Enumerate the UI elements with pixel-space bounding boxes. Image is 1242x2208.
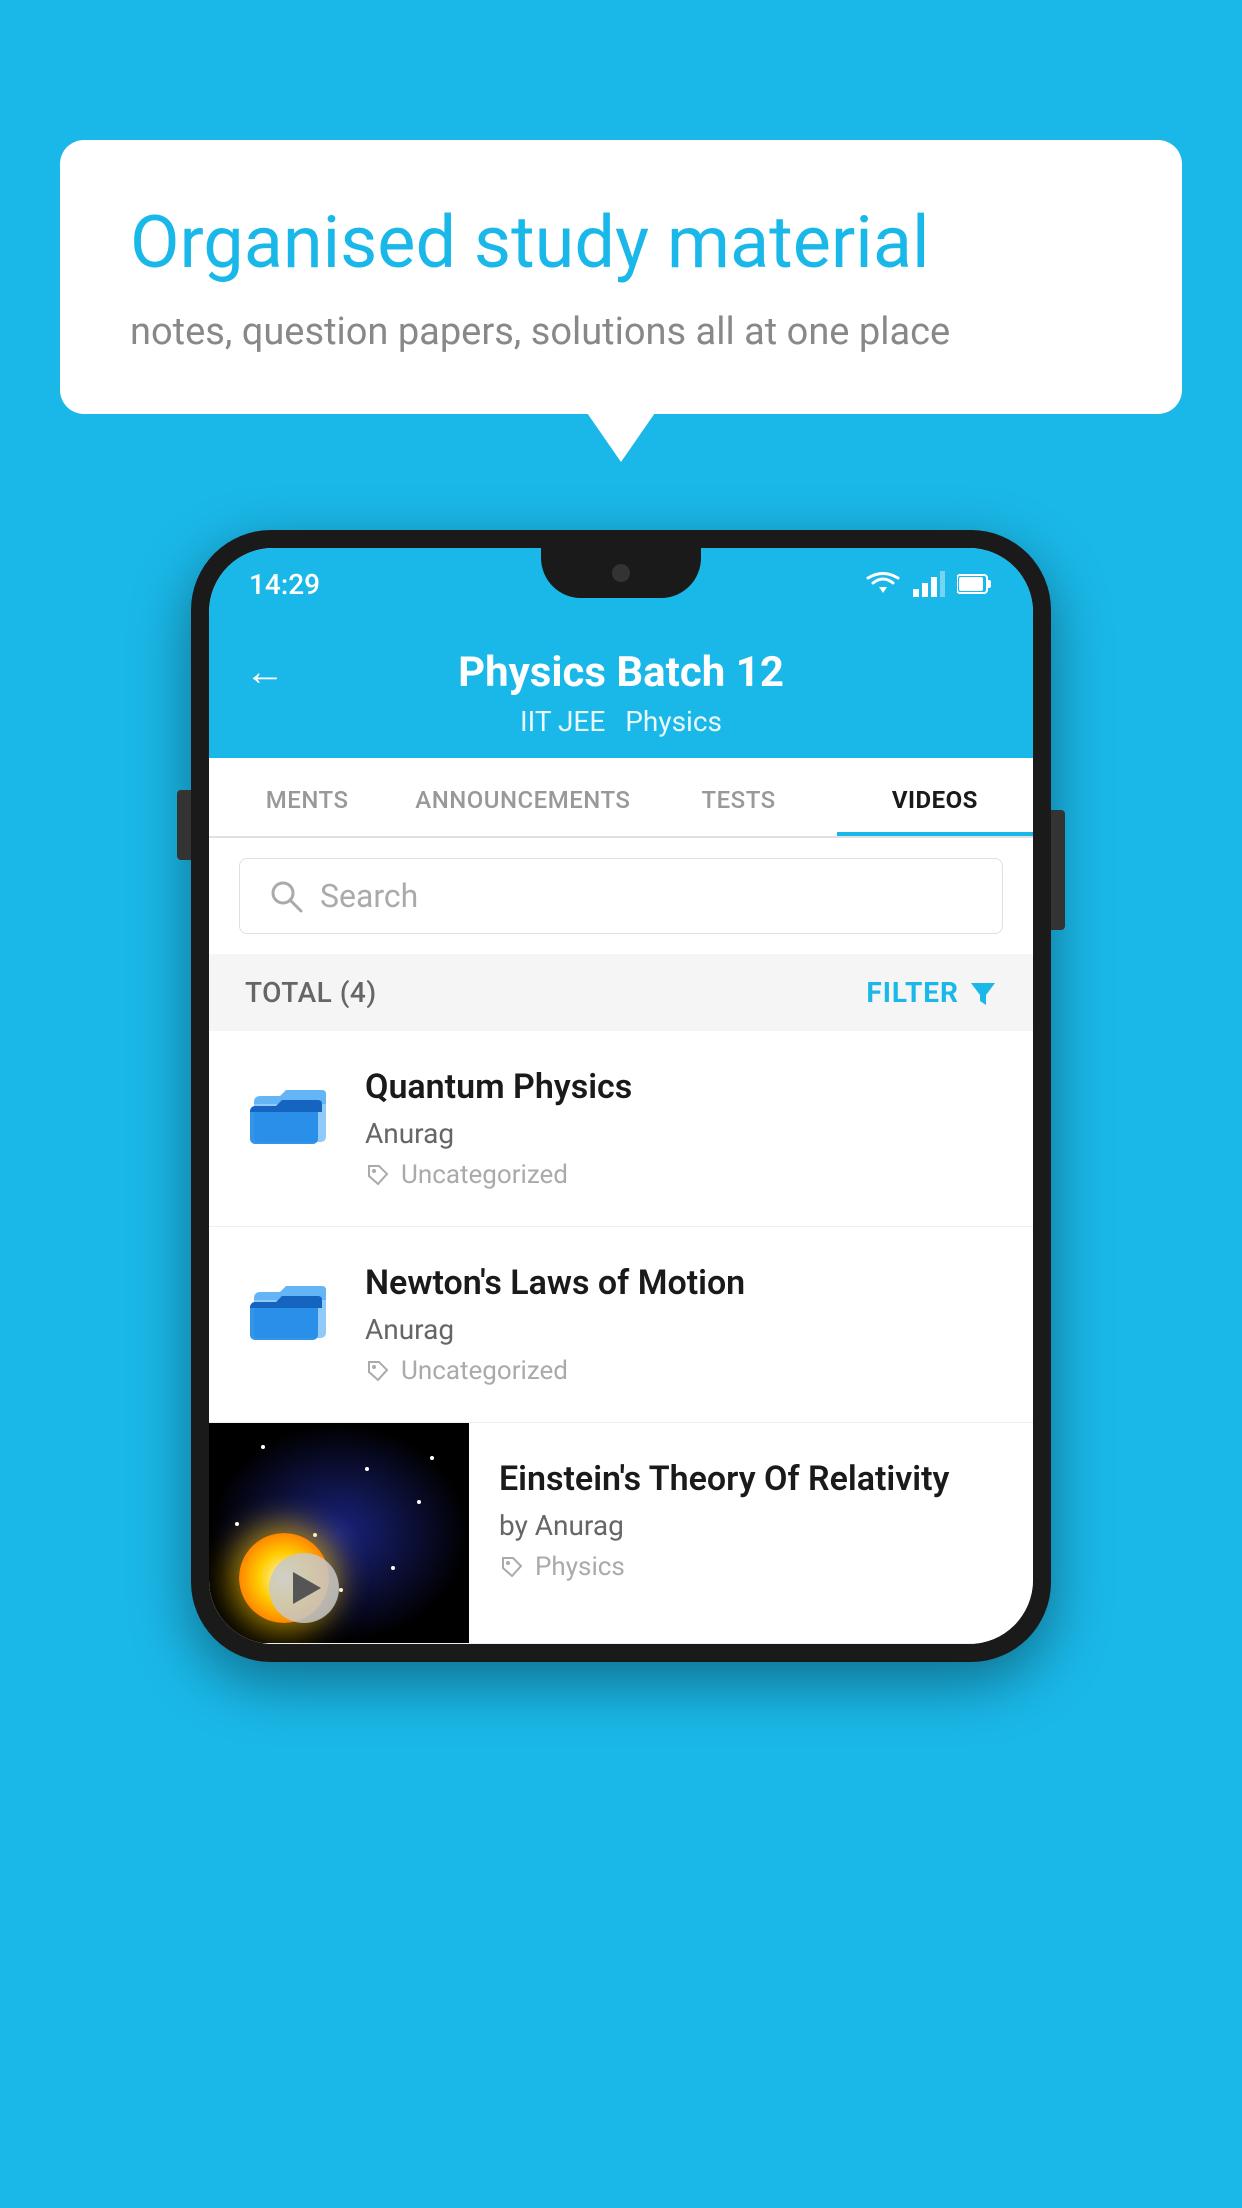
video-tag-1: Uncategorized: [365, 1160, 997, 1190]
tag-label-1: Uncategorized: [401, 1160, 568, 1190]
list-item[interactable]: Newton's Laws of Motion Anurag Uncategor…: [209, 1227, 1033, 1423]
camera-dot: [612, 564, 630, 582]
video-title-3: Einstein's Theory Of Relativity: [499, 1459, 1003, 1499]
battery-icon: [957, 573, 993, 595]
video-list: Quantum Physics Anurag Uncategorized: [209, 1031, 1033, 1644]
list-item[interactable]: Quantum Physics Anurag Uncategorized: [209, 1031, 1033, 1227]
video-info-3: Einstein's Theory Of Relativity by Anura…: [469, 1423, 1033, 1618]
video-tag-3: Physics: [499, 1552, 1003, 1582]
video-title-2: Newton's Laws of Motion: [365, 1263, 997, 1303]
search-icon: [268, 878, 304, 914]
tab-announcements[interactable]: ANNOUNCEMENTS: [405, 758, 640, 836]
filter-funnel-icon: [969, 979, 997, 1007]
tag-icon-1: [365, 1162, 391, 1188]
speech-bubble: Organised study material notes, question…: [60, 140, 1182, 414]
video-tag-2: Uncategorized: [365, 1356, 997, 1386]
phone-outer-shell: 14:29: [191, 530, 1051, 1662]
filter-button[interactable]: FILTER: [866, 976, 997, 1009]
search-box[interactable]: Search: [239, 858, 1003, 934]
phone-screen: 14:29: [209, 548, 1033, 1644]
back-button[interactable]: ←: [245, 648, 285, 695]
batch-title: Physics Batch 12: [458, 648, 784, 697]
bubble-subtitle: notes, question papers, solutions all at…: [130, 310, 1112, 354]
search-container: Search: [209, 838, 1033, 954]
speech-bubble-section: Organised study material notes, question…: [60, 140, 1182, 414]
signal-icon: [913, 571, 945, 597]
video-info-1: Quantum Physics Anurag Uncategorized: [365, 1067, 997, 1190]
batch-subtitle: IIT JEE Physics: [520, 705, 722, 738]
bubble-title: Organised study material: [130, 200, 1112, 286]
play-icon: [293, 1572, 321, 1604]
folder-icon-1: [245, 1067, 335, 1157]
video-thumbnail: [209, 1423, 469, 1643]
phone-mockup: 14:29: [191, 530, 1051, 1662]
status-time: 14:29: [249, 568, 320, 601]
status-bar: 14:29: [209, 548, 1033, 620]
search-placeholder: Search: [320, 877, 418, 915]
filter-label: FILTER: [866, 976, 959, 1009]
total-count: TOTAL (4): [245, 976, 377, 1009]
tab-videos[interactable]: VIDEOS: [837, 758, 1033, 836]
video-author-3: by Anurag: [499, 1509, 1003, 1542]
app-header: ← Physics Batch 12 IIT JEE Physics: [209, 620, 1033, 758]
tag-label-3: Physics: [535, 1552, 625, 1582]
batch-tag-iit: IIT JEE: [520, 705, 605, 738]
tab-tests[interactable]: TESTS: [640, 758, 836, 836]
tabs-bar: MENTS ANNOUNCEMENTS TESTS VIDEOS: [209, 758, 1033, 838]
batch-tag-physics: Physics: [625, 705, 722, 738]
video-title-1: Quantum Physics: [365, 1067, 997, 1107]
status-icons: [865, 571, 993, 597]
filter-bar: TOTAL (4) FILTER: [209, 954, 1033, 1031]
folder-icon-2: [245, 1263, 335, 1353]
stars-decoration: [209, 1423, 469, 1643]
tag-icon-2: [365, 1358, 391, 1384]
video-info-2: Newton's Laws of Motion Anurag Uncategor…: [365, 1263, 997, 1386]
tag-icon-3: [499, 1554, 525, 1580]
thumb-background: [209, 1423, 469, 1643]
wifi-icon: [865, 571, 901, 597]
video-author-1: Anurag: [365, 1117, 997, 1150]
tag-label-2: Uncategorized: [401, 1356, 568, 1386]
play-button[interactable]: [269, 1553, 339, 1623]
tab-ments[interactable]: MENTS: [209, 758, 405, 836]
phone-notch: [541, 548, 701, 598]
video-author-2: Anurag: [365, 1313, 997, 1346]
list-item[interactable]: Einstein's Theory Of Relativity by Anura…: [209, 1423, 1033, 1644]
